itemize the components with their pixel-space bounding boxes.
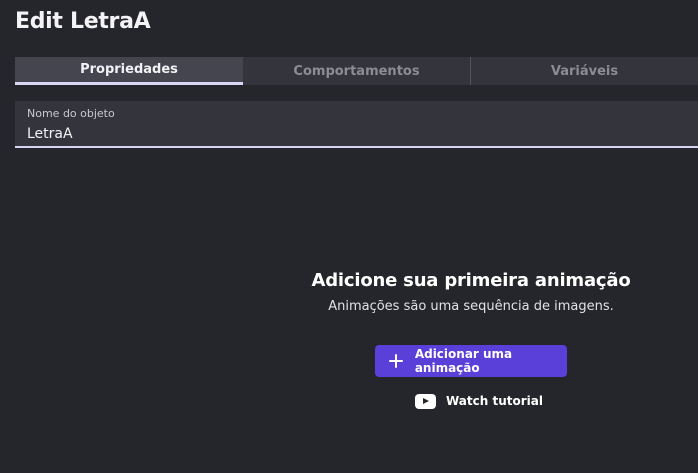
plus-icon bbox=[389, 354, 403, 368]
add-animation-button[interactable]: Adicionar uma animação bbox=[375, 345, 567, 377]
object-name-field: Nome do objeto bbox=[15, 101, 698, 148]
object-name-label: Nome do objeto bbox=[27, 107, 115, 120]
tab-propriedades[interactable]: Propriedades bbox=[15, 57, 243, 85]
youtube-icon bbox=[415, 393, 436, 409]
empty-state: Adicione sua primeira animação Animações… bbox=[245, 270, 697, 314]
object-name-input[interactable] bbox=[27, 123, 667, 145]
edit-object-dialog: Edit LetraA Propriedades Comportamentos … bbox=[0, 0, 698, 473]
add-animation-label: Adicionar uma animação bbox=[414, 347, 513, 375]
empty-state-description: Animações são uma sequência de imagens. bbox=[328, 299, 614, 314]
watch-tutorial-label: Watch tutorial bbox=[446, 394, 543, 408]
empty-state-title: Adicione sua primeira animação bbox=[311, 270, 631, 291]
watch-tutorial-link[interactable]: Watch tutorial bbox=[415, 391, 543, 411]
tab-variaveis[interactable]: Variáveis bbox=[470, 57, 698, 85]
tab-bar: Propriedades Comportamentos Variáveis bbox=[15, 57, 698, 85]
dialog-title: Edit LetraA bbox=[15, 9, 151, 34]
tab-comportamentos[interactable]: Comportamentos bbox=[243, 57, 470, 85]
